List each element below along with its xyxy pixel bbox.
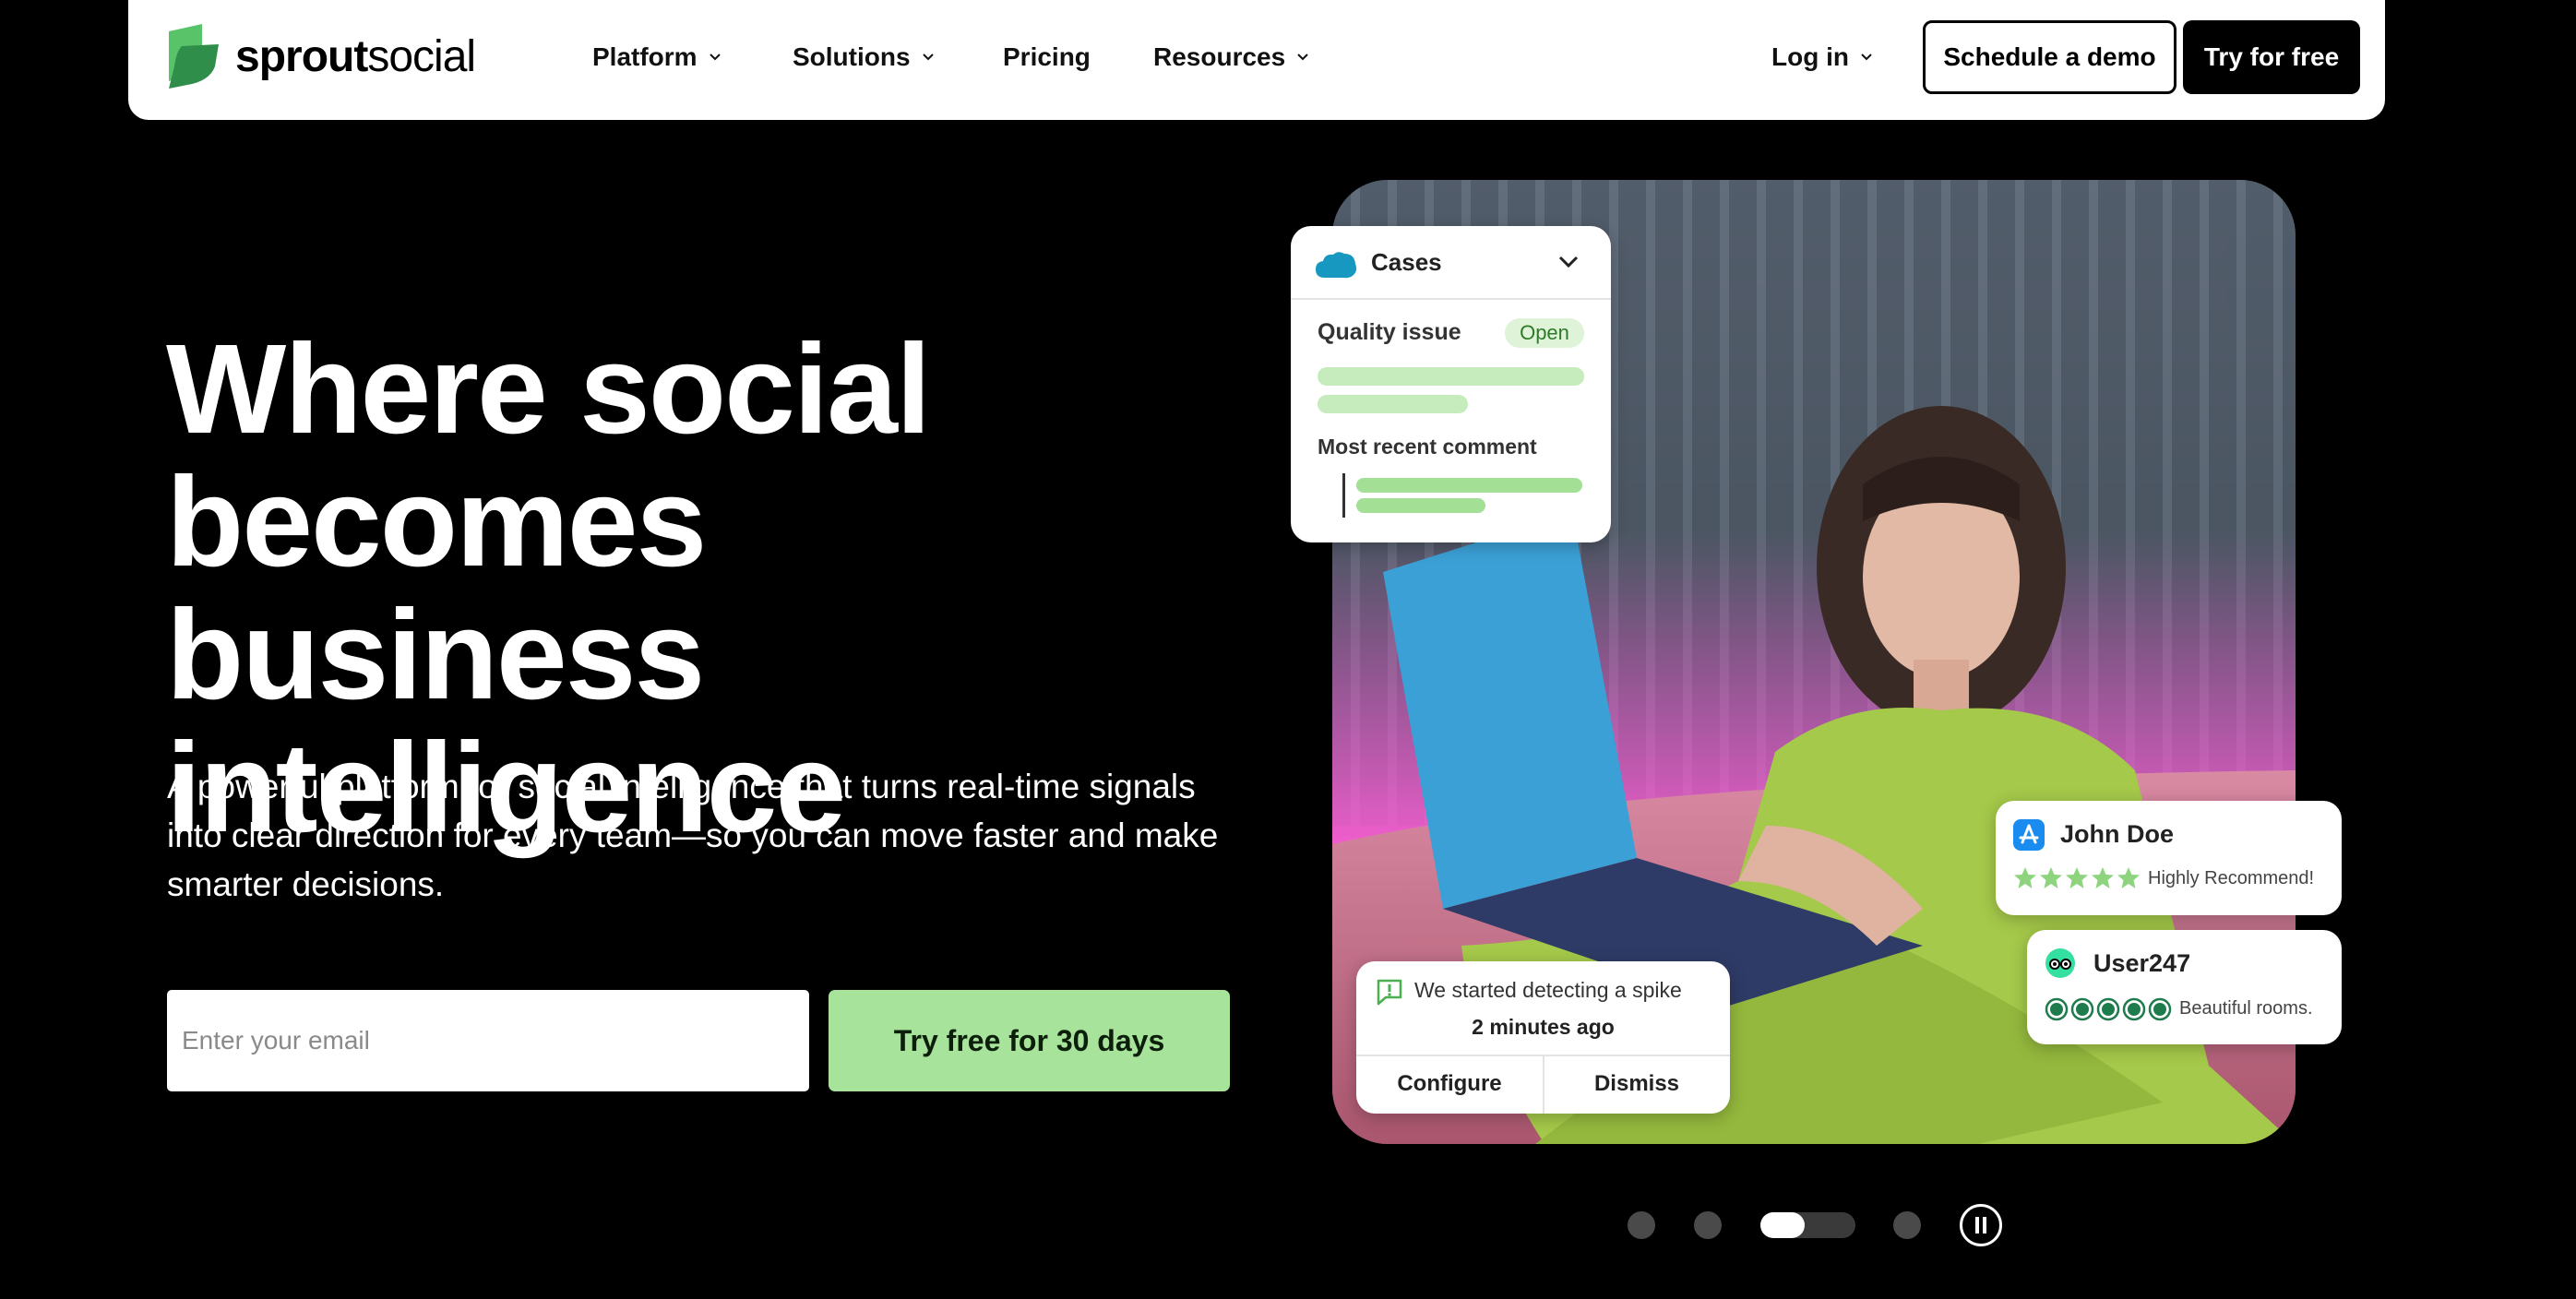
cases-title: Cases bbox=[1371, 248, 1442, 276]
bubble-rating-icon bbox=[2045, 997, 2172, 1021]
status-badge: Open bbox=[1505, 318, 1584, 348]
chevron-down-icon bbox=[1861, 54, 1872, 61]
spike-message: We started detecting a spike bbox=[1414, 978, 1682, 1002]
review-text: Beautiful rooms. bbox=[2179, 998, 2313, 1019]
star-rating-icon bbox=[2014, 867, 2140, 888]
spike-timestamp: 2 minutes ago bbox=[1472, 1015, 1615, 1039]
carousel-dot-4[interactable] bbox=[1893, 1211, 1921, 1239]
nav-login-label: Log in bbox=[1771, 42, 1849, 71]
try-for-free-button[interactable]: Try for free bbox=[2183, 20, 2360, 94]
nav-pricing-label: Pricing bbox=[1003, 42, 1091, 71]
carousel-progress-fill bbox=[1760, 1212, 1805, 1238]
chevron-down-icon bbox=[922, 54, 934, 61]
cases-card-header[interactable]: Cases bbox=[1291, 226, 1611, 300]
sprout-social-logo[interactable]: sproutsocial bbox=[165, 24, 476, 89]
dismiss-button[interactable]: Dismiss bbox=[1544, 1055, 1730, 1114]
reviewer-name: John Doe bbox=[2060, 820, 2175, 848]
reviewer-name: User247 bbox=[2093, 949, 2191, 977]
email-input[interactable] bbox=[167, 990, 809, 1091]
hero-subhead: A powerful platform for social intellige… bbox=[167, 768, 1219, 903]
carousel-active-progress[interactable] bbox=[1760, 1212, 1855, 1238]
nav-solutions-label: Solutions bbox=[793, 42, 911, 71]
placeholder-line bbox=[1356, 498, 1485, 513]
app-store-review-card: John Doe Highly Recommend! bbox=[1996, 801, 2342, 915]
spike-alert-card: We started detecting a spike 2 minutes a… bbox=[1356, 961, 1730, 1114]
chevron-down-icon[interactable] bbox=[1558, 256, 1579, 268]
case-issue-title: Quality issue bbox=[1318, 319, 1461, 345]
configure-button[interactable]: Configure bbox=[1356, 1055, 1543, 1114]
headline-line-1: Where social bbox=[166, 318, 931, 460]
chevron-down-icon bbox=[709, 54, 721, 61]
pause-icon bbox=[1975, 1217, 1979, 1233]
nav-pricing[interactable]: Pricing bbox=[1003, 37, 1091, 77]
try-free-30-days-button[interactable]: Try free for 30 days bbox=[829, 990, 1230, 1091]
recent-comment-label: Most recent comment bbox=[1318, 435, 1537, 459]
headline-line-2: becomes business bbox=[166, 451, 707, 726]
cases-card: Cases Quality issue Open Most recent com… bbox=[1291, 226, 1611, 542]
nav-resources-label: Resources bbox=[1153, 42, 1286, 71]
salesforce-cloud-icon bbox=[1316, 252, 1357, 279]
carousel-dot-1[interactable] bbox=[1628, 1211, 1655, 1239]
nav-solutions[interactable]: Solutions bbox=[793, 37, 935, 77]
schedule-demo-button[interactable]: Schedule a demo bbox=[1923, 20, 2176, 94]
review-text: Highly Recommend! bbox=[2148, 868, 2315, 888]
tripadvisor-owl-icon bbox=[2045, 948, 2075, 978]
carousel-pause-button[interactable] bbox=[1960, 1204, 2002, 1246]
text-cursor bbox=[1342, 473, 1345, 518]
chevron-down-icon bbox=[1297, 54, 1308, 61]
sprout-leaf-icon bbox=[169, 24, 219, 89]
nav-platform-label: Platform bbox=[592, 42, 698, 71]
logo-wordmark: sproutsocial bbox=[235, 31, 476, 81]
app-store-icon bbox=[2013, 819, 2045, 851]
nav-platform[interactable]: Platform bbox=[592, 37, 722, 77]
placeholder-line bbox=[1356, 478, 1582, 493]
alert-message-icon bbox=[1377, 979, 1402, 1006]
carousel-dot-2[interactable] bbox=[1694, 1211, 1722, 1239]
placeholder-line bbox=[1318, 395, 1468, 413]
nav-resources[interactable]: Resources bbox=[1153, 37, 1309, 77]
top-nav: sproutsocial Platform Solutions Pricing … bbox=[128, 0, 2385, 120]
nav-login[interactable]: Log in bbox=[1771, 37, 1873, 77]
tripadvisor-review-card: User247 Beautiful rooms. bbox=[2027, 930, 2342, 1044]
placeholder-line bbox=[1318, 367, 1584, 386]
pause-icon bbox=[1983, 1217, 1986, 1233]
